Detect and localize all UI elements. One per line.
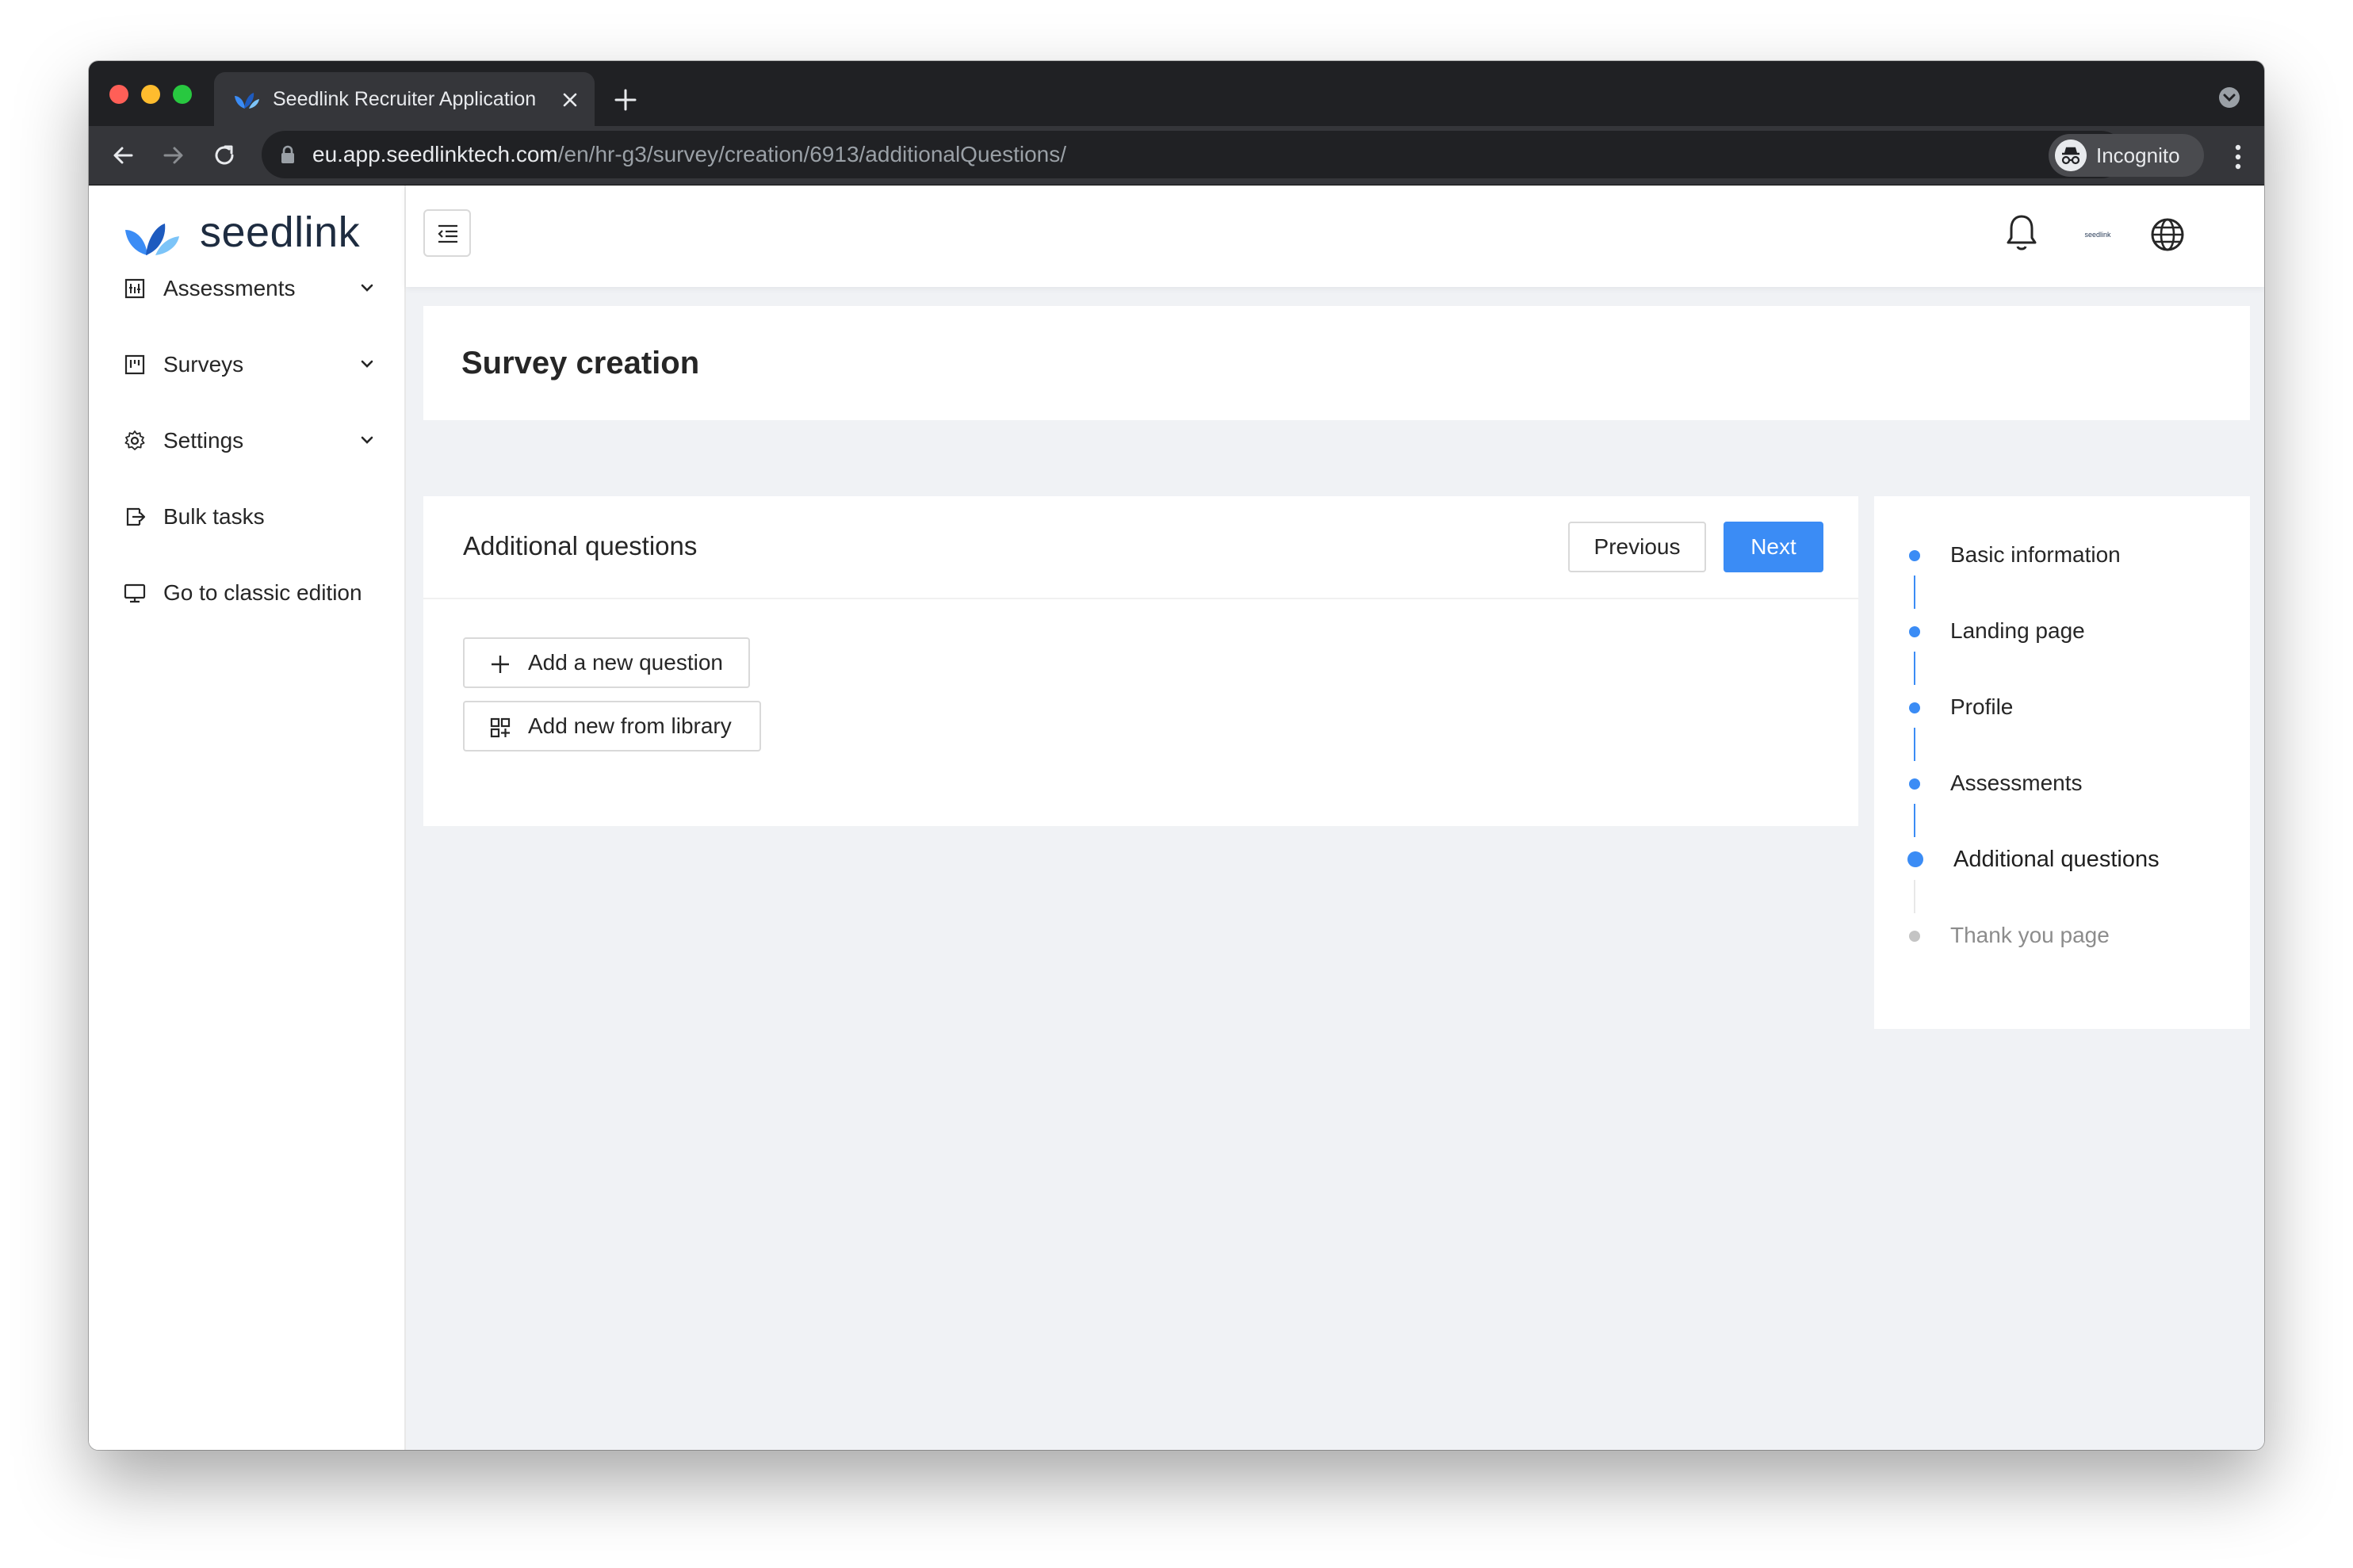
step-basic-information[interactable]: Basic information (1874, 531, 2250, 579)
lock-icon (281, 145, 294, 163)
reload-icon[interactable] (211, 142, 238, 169)
sidebar-item-classic-edition[interactable]: Go to classic edition (124, 569, 385, 617)
step-connector (1914, 652, 1915, 685)
progress-steps-card: Basic information Landing page Profile A… (1874, 496, 2250, 1029)
section-title: Additional questions (463, 531, 698, 560)
step-label: Additional questions (1953, 847, 2160, 872)
chevron-down-icon (361, 360, 373, 368)
forward-icon[interactable] (160, 142, 187, 169)
sidebar-item-label: Settings (163, 428, 244, 453)
close-window-button[interactable] (109, 85, 128, 104)
incognito-label: Incognito (2096, 143, 2180, 167)
step-connector (1914, 576, 1915, 609)
step-label: Landing page (1950, 618, 2085, 643)
collapse-sidebar-button[interactable] (423, 209, 471, 257)
sidebar-item-surveys[interactable]: Surveys (124, 341, 385, 388)
step-dot (1909, 550, 1920, 561)
sidebar-item-label: Bulk tasks (163, 504, 265, 529)
browser-tabstrip: Seedlink Recruiter Application (89, 61, 2264, 126)
step-label: Basic information (1950, 542, 2121, 567)
step-additional-questions[interactable]: Additional questions (1874, 836, 2250, 883)
bulk-tasks-icon (126, 507, 146, 526)
sidebar-item-label: Assessments (163, 276, 296, 300)
bell-icon[interactable] (2004, 212, 2039, 254)
menu-fold-icon (438, 224, 457, 243)
browser-tab[interactable]: Seedlink Recruiter Application (214, 72, 595, 126)
url-host: eu.app.seedlinktech.com (312, 142, 558, 166)
app-root: seedlink Assessments Surveys Settings Bu… (89, 185, 2264, 1450)
url-path: /en/hr-g3/survey/creation/6913/additiona… (557, 142, 1067, 166)
add-from-library-button[interactable]: Add new from library (463, 701, 761, 751)
surveys-icon (124, 354, 145, 375)
minimize-window-button[interactable] (141, 85, 160, 104)
url-text: eu.app.seedlinktech.com/en/hr-g3/survey/… (312, 142, 1066, 167)
step-dot-pending (1909, 931, 1920, 942)
browser-toolbar: eu.app.seedlinktech.com/en/hr-g3/survey/… (89, 126, 2264, 185)
seedlink-logo-icon[interactable] (124, 216, 181, 257)
chevron-down-icon (361, 436, 373, 444)
page-title: Survey creation (461, 346, 700, 381)
sidebar-item-label: Go to classic edition (163, 580, 362, 605)
page-header-card: Survey creation (423, 306, 2250, 420)
sidebar: seedlink Assessments Surveys Settings Bu… (89, 185, 406, 1450)
step-landing-page[interactable]: Landing page (1874, 607, 2250, 655)
library-icon (490, 717, 511, 738)
step-label: Thank you page (1950, 923, 2110, 947)
add-question-button[interactable]: Add a new question (463, 637, 750, 688)
card-header: Additional questions Previous Next (423, 496, 1858, 599)
maximize-window-button[interactable] (173, 85, 192, 104)
company-logo-text: seedlink (2084, 231, 2111, 239)
add-question-label: Add a new question (528, 650, 723, 675)
step-assessments[interactable]: Assessments (1874, 759, 2250, 807)
address-bar[interactable]: eu.app.seedlinktech.com/en/hr-g3/survey/… (262, 131, 2125, 178)
incognito-icon (2055, 140, 2087, 171)
chevron-down-icon (361, 284, 373, 292)
add-library-label: Add new from library (528, 713, 732, 738)
step-dot (1909, 778, 1920, 790)
step-connector (1914, 728, 1915, 761)
top-header: seedlink (406, 185, 2264, 287)
step-label: Profile (1950, 694, 2014, 719)
previous-button[interactable]: Previous (1568, 522, 1706, 572)
step-label: Assessments (1950, 771, 2083, 795)
seedlink-favicon-icon (235, 93, 259, 109)
browser-window: Seedlink Recruiter Application eu.app.se… (89, 61, 2264, 1450)
monitor-icon (124, 583, 146, 603)
sidebar-item-label: Surveys (163, 352, 244, 377)
additional-questions-card: Additional questions Previous Next Add a… (423, 496, 1858, 826)
next-button[interactable]: Next (1724, 522, 1823, 572)
gear-icon (124, 430, 145, 450)
sidebar-item-bulk-tasks[interactable]: Bulk tasks (124, 493, 385, 541)
tab-title: Seedlink Recruiter Application (273, 88, 537, 110)
globe-icon[interactable] (2150, 217, 2185, 252)
step-dot (1909, 626, 1920, 637)
step-dot (1909, 702, 1920, 713)
sidebar-item-assessments[interactable]: Assessments (124, 265, 385, 312)
back-icon[interactable] (109, 142, 136, 169)
logo-text: seedlink (200, 208, 361, 256)
incognito-badge[interactable]: Incognito (2049, 134, 2204, 177)
step-profile[interactable]: Profile (1874, 683, 2250, 731)
step-connector (1914, 880, 1915, 913)
close-tab-icon[interactable] (560, 90, 580, 110)
tab-search-icon[interactable] (2218, 86, 2240, 109)
assessments-icon (124, 278, 145, 299)
sidebar-item-settings[interactable]: Settings (124, 417, 385, 465)
step-dot-current (1907, 851, 1923, 867)
step-thank-you-page[interactable]: Thank you page (1874, 912, 2250, 959)
browser-menu-icon[interactable] (2234, 143, 2242, 170)
company-logo[interactable]: seedlink (2074, 225, 2122, 244)
plus-icon (492, 656, 509, 673)
step-connector (1914, 804, 1915, 837)
new-tab-icon[interactable] (614, 88, 637, 112)
